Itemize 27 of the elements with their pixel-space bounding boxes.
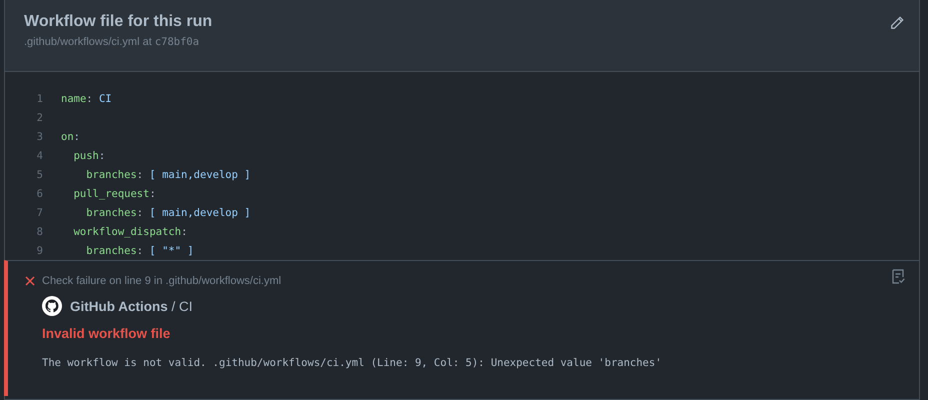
code-line: push: bbox=[74, 150, 106, 162]
line-number: 1 bbox=[36, 92, 43, 104]
failure-summary: Check failure on line 9 in .github/workflows/ci.yml bbox=[42, 275, 282, 287]
line-number: 7 bbox=[36, 206, 43, 218]
line-number: 9 bbox=[36, 244, 43, 256]
line-number: 6 bbox=[36, 188, 43, 200]
line-number: 4 bbox=[36, 150, 43, 162]
octocat-logo-icon bbox=[42, 296, 62, 316]
code-line: workflow_dispatch: bbox=[74, 226, 188, 238]
checklist-icon[interactable] bbox=[891, 269, 905, 284]
pencil-icon[interactable] bbox=[890, 16, 904, 30]
check-source: GitHub Actions / CI bbox=[70, 298, 193, 314]
line-number: 8 bbox=[36, 226, 43, 238]
code-line: pull_request: bbox=[74, 188, 156, 200]
cross-icon bbox=[25, 276, 35, 286]
code-line: branches: [ main,develop ] bbox=[86, 206, 251, 218]
code-line: branches: [ "*" ] bbox=[86, 244, 194, 256]
error-title: Invalid workflow file bbox=[42, 326, 172, 341]
line-number: 5 bbox=[36, 168, 43, 180]
line-number: 2 bbox=[36, 112, 43, 124]
line-number: 3 bbox=[36, 130, 43, 142]
code-line: name: CI bbox=[61, 92, 112, 104]
panel-title: Workflow file for this run bbox=[24, 13, 212, 31]
file-path: .github/workflows/ci.yml at c78bf0a bbox=[24, 36, 200, 48]
code-line: on: bbox=[61, 130, 80, 142]
code-line: branches: [ main,develop ] bbox=[86, 168, 251, 180]
error-message: The workflow is not valid. .github/workflows/ci.yml (Line: 9, Col: 5): Unexpected value 'branches' bbox=[42, 357, 662, 369]
